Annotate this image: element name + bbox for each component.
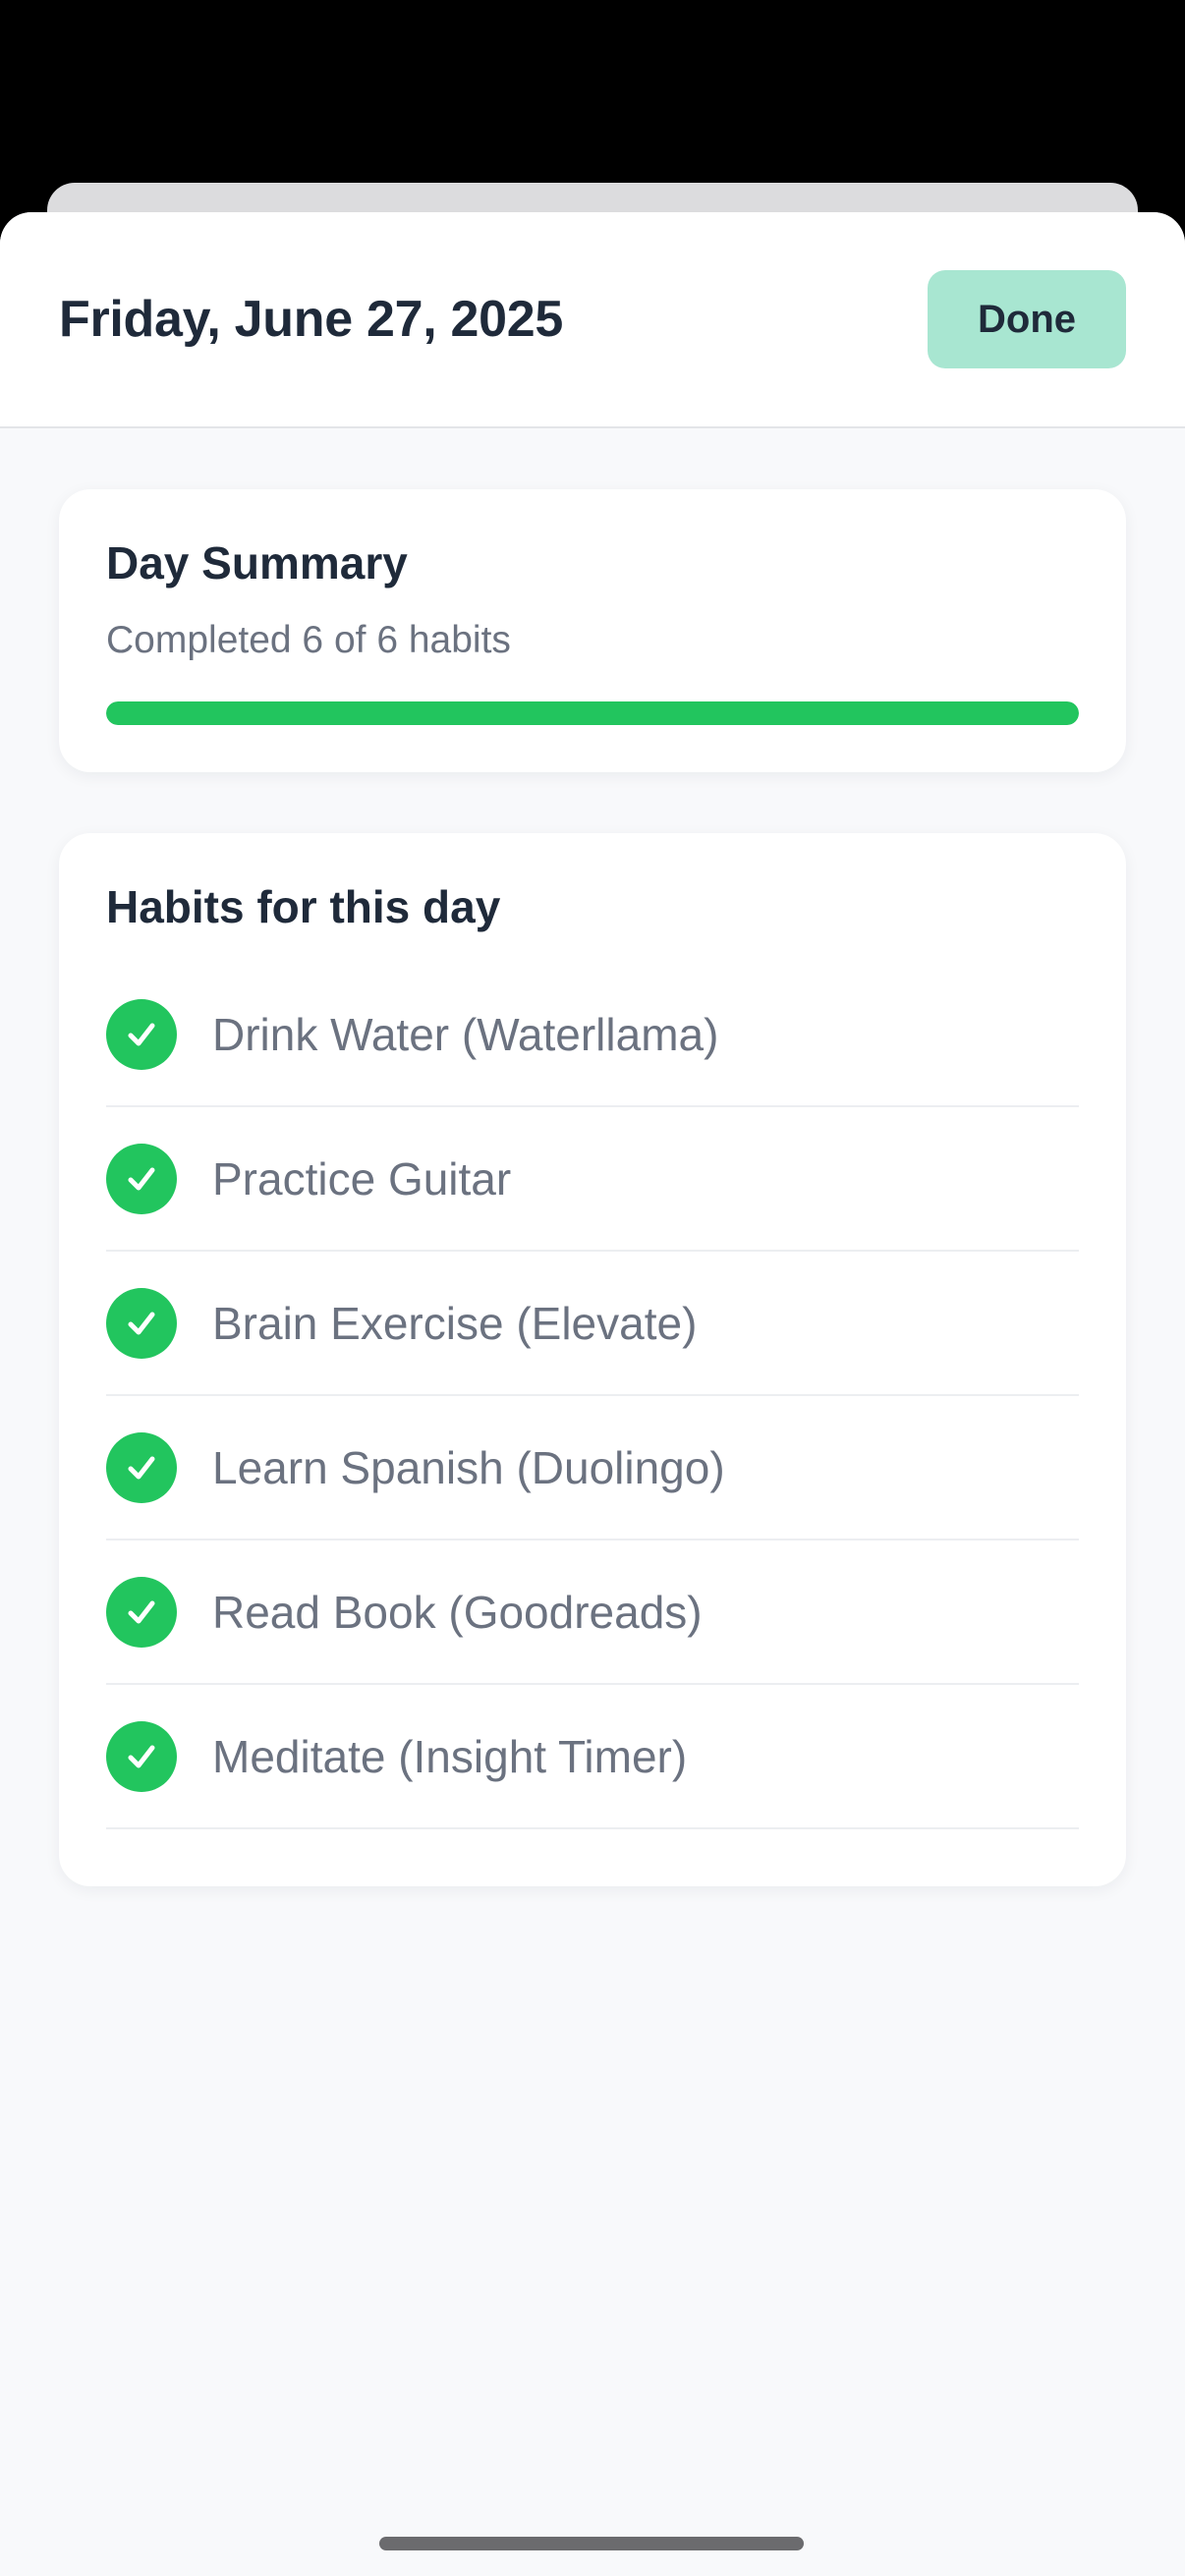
habit-row[interactable]: Meditate (Insight Timer) xyxy=(106,1685,1079,1829)
checkmark-circle-icon[interactable] xyxy=(106,1576,177,1648)
habit-label: Meditate (Insight Timer) xyxy=(212,1730,688,1782)
done-button[interactable]: Done xyxy=(928,270,1126,368)
habit-list: Drink Water (Waterllama) Practice Guitar… xyxy=(106,963,1079,1829)
day-detail-sheet: Friday, June 27, 2025 Done Day Summary C… xyxy=(0,212,1185,2576)
habit-row[interactable]: Drink Water (Waterllama) xyxy=(106,963,1079,1107)
habit-label: Brain Exercise (Elevate) xyxy=(212,1297,698,1349)
habit-label: Practice Guitar xyxy=(212,1152,512,1204)
checkmark-circle-icon[interactable] xyxy=(106,1431,177,1503)
habits-title: Habits for this day xyxy=(106,881,501,932)
sheet-header: Friday, June 27, 2025 Done xyxy=(0,212,1185,428)
checkmark-circle-icon[interactable] xyxy=(106,1720,177,1792)
home-indicator xyxy=(379,2537,804,2550)
page-title: Friday, June 27, 2025 xyxy=(59,291,564,348)
summary-subtitle: Completed 6 of 6 habits xyxy=(106,619,511,661)
habit-row[interactable]: Brain Exercise (Elevate) xyxy=(106,1252,1079,1396)
checkmark-circle-icon[interactable] xyxy=(106,1287,177,1359)
summary-title: Day Summary xyxy=(106,537,408,588)
habit-row[interactable]: Practice Guitar xyxy=(106,1107,1079,1252)
habit-row[interactable]: Learn Spanish (Duolingo) xyxy=(106,1396,1079,1540)
habit-row[interactable]: Read Book (Goodreads) xyxy=(106,1540,1079,1685)
habits-card: Habits for this day Drink Water (Waterll… xyxy=(59,833,1126,1886)
progress-bar-fill xyxy=(106,701,1079,725)
progress-bar xyxy=(106,701,1079,725)
checkmark-circle-icon[interactable] xyxy=(106,1143,177,1214)
screen: Friday, June 27, 2025 Done Day Summary C… xyxy=(0,0,1185,2576)
habit-label: Learn Spanish (Duolingo) xyxy=(212,1441,725,1493)
habit-label: Drink Water (Waterllama) xyxy=(212,1008,719,1060)
habit-label: Read Book (Goodreads) xyxy=(212,1586,703,1638)
checkmark-circle-icon[interactable] xyxy=(106,998,177,1070)
day-summary-card: Day Summary Completed 6 of 6 habits xyxy=(59,489,1126,772)
